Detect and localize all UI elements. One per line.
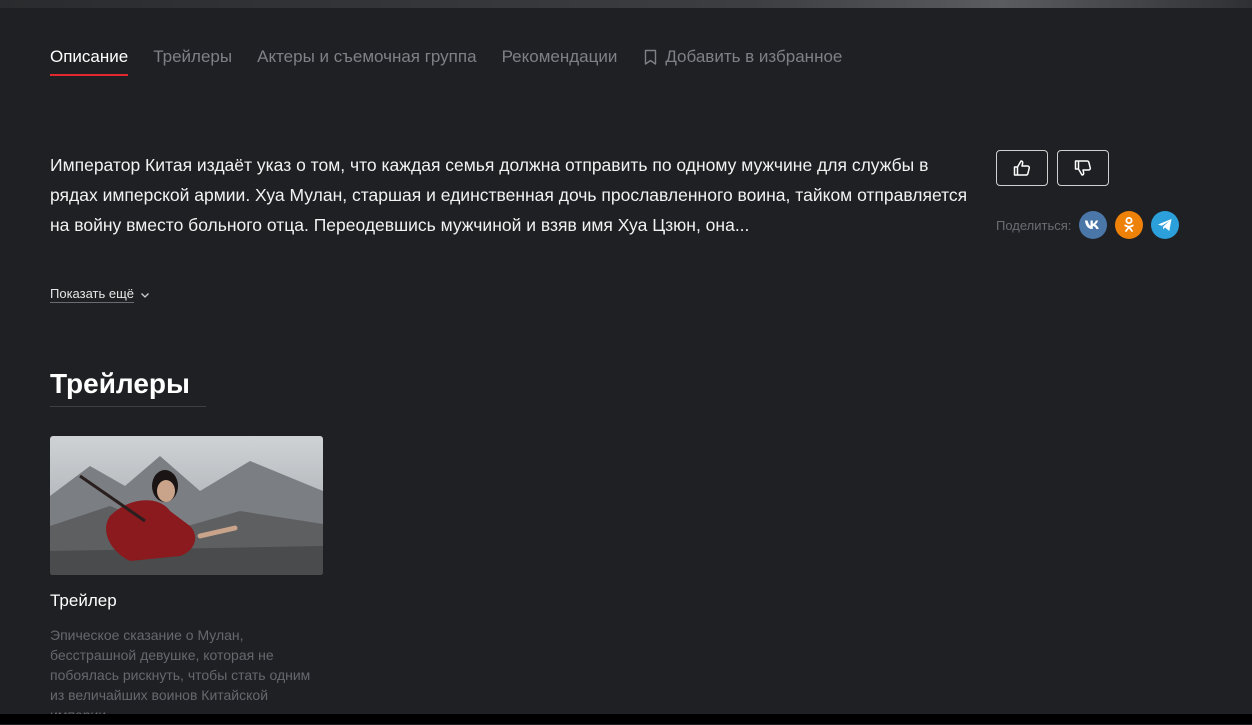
tab-cast[interactable]: Актеры и съемочная группа: [257, 47, 476, 67]
hero-backdrop-edge: [0, 0, 1252, 8]
trailer-title[interactable]: Трейлер: [50, 591, 117, 611]
add-to-favorites-button[interactable]: Добавить в избранное: [642, 47, 842, 67]
show-more-label: Показать ещё: [50, 286, 135, 303]
dislike-button[interactable]: [1057, 150, 1109, 186]
bookmark-icon: [645, 49, 657, 65]
trailer-thumbnail-image: [50, 436, 323, 575]
like-button[interactable]: [996, 150, 1048, 186]
tab-trailers[interactable]: Трейлеры: [153, 47, 232, 67]
show-more-button[interactable]: Показать ещё: [50, 286, 150, 303]
chevron-down-icon: [141, 292, 149, 298]
share-bar: Поделиться:: [996, 210, 1187, 240]
tab-description[interactable]: Описание: [50, 47, 129, 76]
thumbs-down-icon: [1074, 160, 1092, 176]
trailer-thumbnail[interactable]: [50, 436, 323, 575]
telegram-icon[interactable]: [1151, 211, 1180, 239]
thumbs-up-icon: [1013, 160, 1031, 176]
tab-recommendations[interactable]: Рекомендации: [502, 47, 618, 67]
content-tabs: Описание Трейлеры Актеры и съемочная гру…: [50, 47, 867, 77]
trailer-description: Эпическое сказание о Мулан, бесстрашной …: [50, 627, 311, 723]
ok-icon[interactable]: [1115, 211, 1144, 239]
trailers-section-title: Трейлеры: [50, 368, 206, 407]
synopsis-text: Император Китая издаёт указ о том, что к…: [50, 155, 968, 235]
bottom-bar: [0, 714, 1252, 724]
share-label: Поделиться:: [996, 217, 1072, 233]
add-to-favorites-label: Добавить в избранное: [665, 47, 843, 66]
vk-icon[interactable]: [1079, 211, 1108, 239]
